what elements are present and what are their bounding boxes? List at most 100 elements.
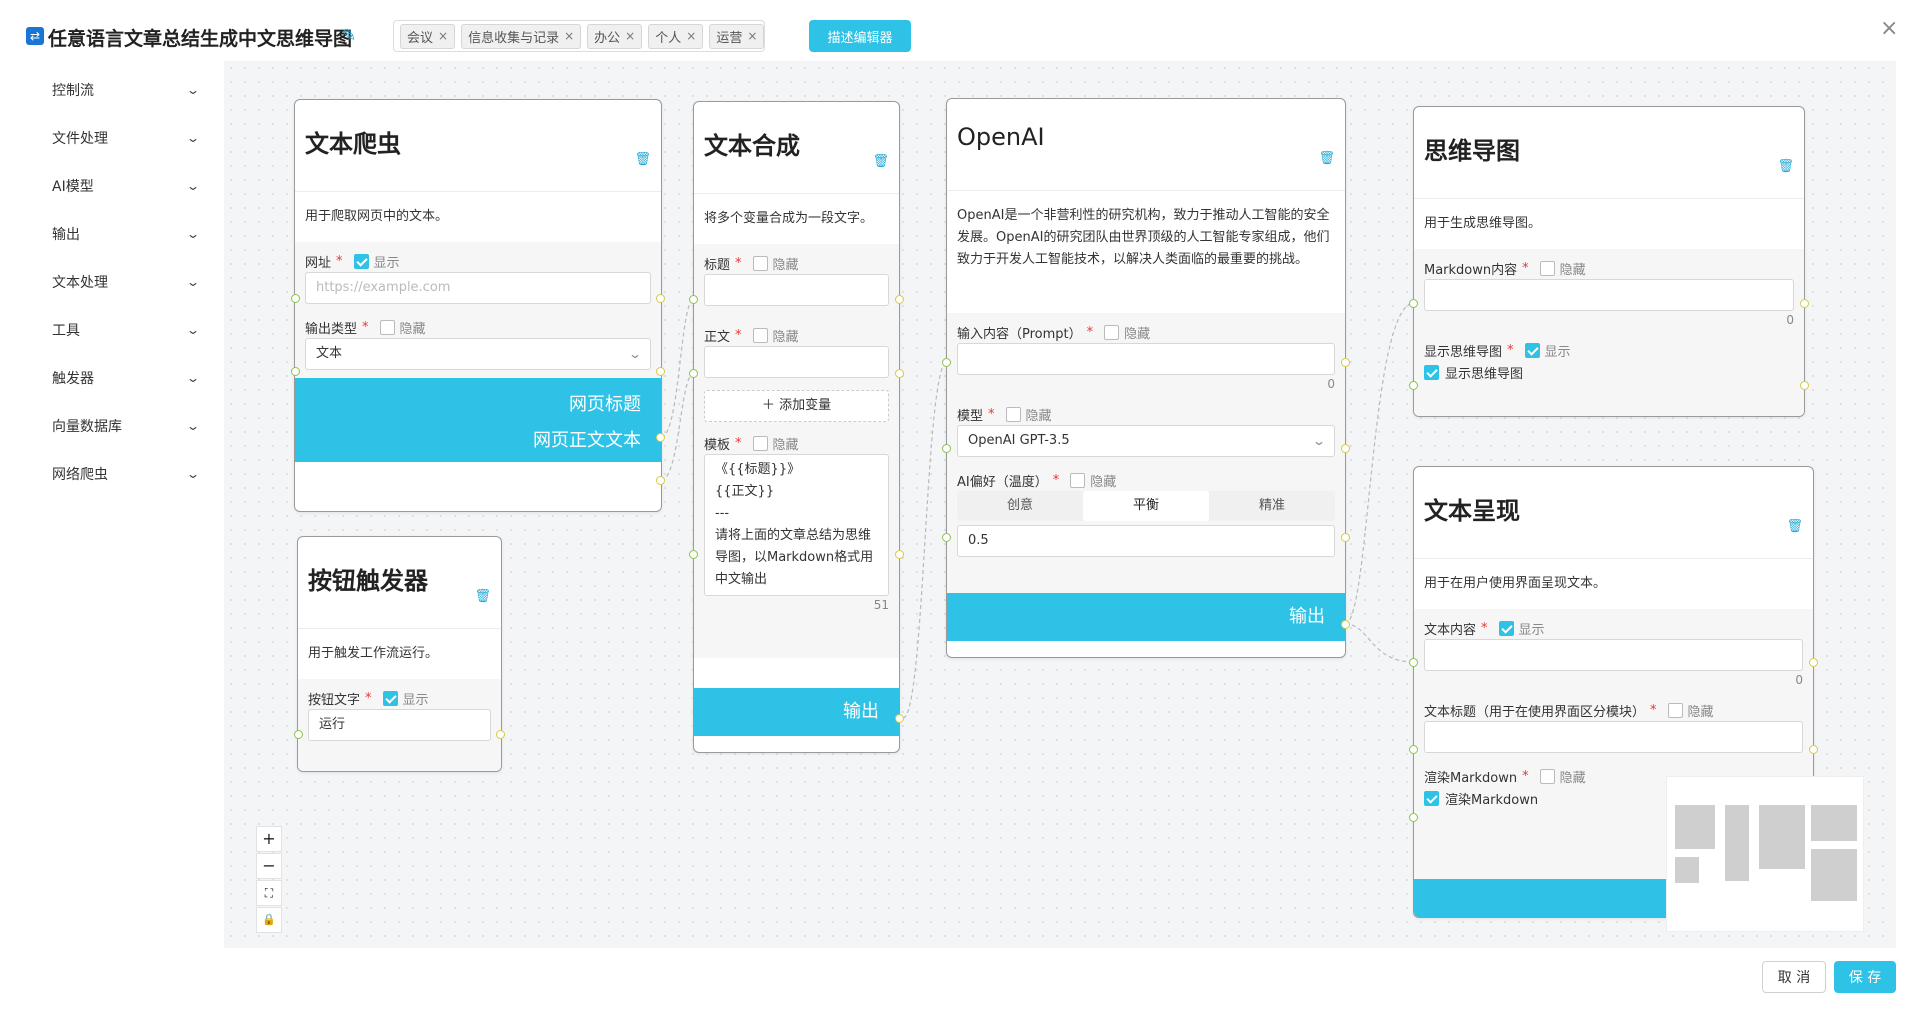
sidebar-item-vector-db[interactable]: 向量数据库 ⌄ — [0, 402, 220, 450]
trash-icon[interactable]: 🗑 — [634, 152, 651, 167]
hide-checkbox[interactable] — [1539, 768, 1555, 784]
fit-view-icon[interactable]: ⛶ — [256, 880, 282, 906]
checkbox-checked[interactable] — [1424, 790, 1439, 806]
port-combine-template-in[interactable] — [689, 550, 698, 559]
url-input[interactable]: https://example.com — [305, 272, 651, 304]
tag-remove-icon[interactable]: × — [625, 29, 635, 43]
node-text-crawler[interactable]: 文本爬虫 🗑 用于爬取网页中的文本。 网址 * 显示 https://example… — [294, 99, 662, 512]
tag-remove-icon[interactable]: × — [564, 29, 574, 43]
trash-icon[interactable]: 🗑 — [872, 154, 889, 169]
sidebar-item-web-crawler[interactable]: 网络爬虫 ⌄ — [0, 450, 220, 498]
hide-checkbox[interactable] — [752, 435, 768, 451]
port-crawler-text-out[interactable] — [656, 476, 665, 485]
port-combine-body-in[interactable] — [689, 369, 698, 378]
port-trigger-in[interactable] — [294, 730, 303, 739]
template-textarea[interactable]: 《{{标题}}》 {{正文}} --- 请将上面的文章总结为思维导图，以Mark… — [704, 454, 889, 596]
sidebar-item-ai-model[interactable]: AI模型 ⌄ — [0, 162, 220, 210]
minimap[interactable] — [1666, 776, 1864, 932]
port-crawler-type-out[interactable] — [656, 367, 665, 376]
port-combine-template-out[interactable] — [895, 550, 904, 559]
port-display-title-out[interactable] — [1809, 745, 1818, 754]
port-display-title-in[interactable] — [1409, 745, 1418, 754]
hide-checkbox[interactable] — [379, 319, 395, 335]
sidebar-item-text-processing[interactable]: 文本处理 ⌄ — [0, 258, 220, 306]
port-mindmap-show-out[interactable] — [1800, 381, 1809, 390]
temp-option-precise[interactable]: 精准 — [1209, 491, 1335, 521]
node-mindmap[interactable]: 思维导图 🗑 用于生成思维导图。 Markdown内容 * 隐藏 0 显示思维导图 *… — [1413, 106, 1805, 417]
port-combine-output[interactable] — [895, 714, 904, 723]
port-combine-title-in[interactable] — [689, 295, 698, 304]
port-display-content-in[interactable] — [1409, 658, 1418, 667]
port-mindmap-md-in[interactable] — [1409, 299, 1418, 308]
port-openai-temp-out[interactable] — [1341, 533, 1350, 542]
hide-checkbox[interactable] — [1005, 406, 1021, 422]
output-type-select[interactable]: 文本 ⌄ — [305, 338, 651, 370]
temp-option-balanced[interactable]: 平衡 — [1083, 491, 1209, 521]
node-button-trigger[interactable]: 按钮触发器 🗑 用于触发工作流运行。 按钮文字 * 显示 运行 — [297, 536, 502, 772]
port-display-content-out[interactable] — [1809, 658, 1818, 667]
edit-pencil-icon[interactable]: ✎ — [342, 26, 356, 46]
hide-checkbox[interactable] — [1539, 260, 1555, 276]
port-crawler-url-out[interactable] — [656, 294, 665, 303]
add-variable-button[interactable]: ＋ 添加变量 — [704, 390, 889, 422]
node-openai[interactable]: OpenAI 🗑 OpenAI是一个非营利性的研究机构，致力于推动人工智能的安全… — [946, 98, 1346, 658]
sidebar-item-tools[interactable]: 工具 ⌄ — [0, 306, 220, 354]
port-openai-model-in[interactable] — [942, 444, 951, 453]
sidebar-item-triggers[interactable]: 触发器 ⌄ — [0, 354, 220, 402]
show-checkbox[interactable] — [353, 253, 369, 269]
close-icon[interactable]: × — [1880, 16, 1898, 41]
sidebar-item-file-processing[interactable]: 文件处理 ⌄ — [0, 114, 220, 162]
port-openai-output[interactable] — [1341, 620, 1350, 629]
tag-remove-icon[interactable]: × — [438, 29, 448, 43]
tag-remove-icon[interactable]: × — [686, 29, 696, 43]
trash-icon[interactable]: 🗑 — [1318, 151, 1335, 166]
port-combine-title-out[interactable] — [895, 295, 904, 304]
port-openai-prompt-in[interactable] — [942, 358, 951, 367]
show-checkbox[interactable] — [1524, 342, 1540, 358]
model-select[interactable]: OpenAI GPT-3.5 ⌄ — [957, 425, 1335, 457]
port-openai-temp-in[interactable] — [942, 533, 951, 542]
port-crawler-title-out[interactable] — [656, 433, 665, 442]
lock-icon[interactable]: 🔒 — [256, 907, 282, 933]
hide-checkbox[interactable] — [1104, 324, 1120, 340]
port-combine-body-out[interactable] — [895, 369, 904, 378]
trash-icon[interactable]: 🗑 — [1786, 519, 1803, 534]
sidebar-item-output[interactable]: 输出 ⌄ — [0, 210, 220, 258]
zoom-out-button[interactable]: − — [256, 853, 282, 879]
tag-input[interactable]: 会议 × 信息收集与记录 × 办公 × 个人 × 运营 × — [393, 20, 765, 52]
save-button[interactable]: 保 存 — [1834, 961, 1896, 993]
show-mindmap-toggle[interactable]: 显示思维导图 — [1424, 361, 1794, 383]
hide-checkbox[interactable] — [1070, 472, 1086, 488]
describe-editor-button[interactable]: 描述编辑器 — [809, 20, 911, 52]
tag-remove-icon[interactable]: × — [747, 29, 757, 43]
zoom-in-button[interactable]: + — [256, 826, 282, 852]
cancel-button[interactable]: 取 消 — [1762, 961, 1826, 993]
temp-option-creative[interactable]: 创意 — [957, 491, 1083, 521]
sidebar-item-control-flow[interactable]: 控制流 ⌄ — [0, 66, 220, 114]
text-content-input[interactable] — [1424, 639, 1803, 671]
temperature-input[interactable]: 0.5 — [957, 525, 1335, 557]
button-text-input[interactable]: 运行 — [308, 709, 491, 741]
trash-icon[interactable]: 🗑 — [1777, 159, 1794, 174]
markdown-content-input[interactable] — [1424, 279, 1794, 311]
port-trigger-out[interactable] — [496, 730, 505, 739]
text-title-input[interactable] — [1424, 721, 1803, 753]
hide-checkbox[interactable] — [1667, 702, 1683, 718]
node-text-combine[interactable]: 文本合成 🗑 将多个变量合成为一段文字。 标题 * 隐藏 正文 * 隐藏 ＋ 添加变量 … — [693, 101, 900, 753]
port-crawler-type-in[interactable] — [291, 367, 300, 376]
trash-icon[interactable]: 🗑 — [474, 589, 491, 604]
port-crawler-url-in[interactable] — [291, 294, 300, 303]
show-checkbox[interactable] — [1498, 620, 1514, 636]
prompt-input[interactable] — [957, 343, 1335, 375]
hide-checkbox[interactable] — [752, 255, 768, 271]
port-openai-model-out[interactable] — [1341, 444, 1350, 453]
port-openai-prompt-out[interactable] — [1341, 358, 1350, 367]
port-mindmap-show-in[interactable] — [1409, 381, 1418, 390]
hide-checkbox[interactable] — [752, 327, 768, 343]
var-body-input[interactable] — [704, 346, 889, 378]
checkbox-checked[interactable] — [1424, 364, 1439, 380]
port-display-render-in[interactable] — [1409, 813, 1418, 822]
port-mindmap-md-out[interactable] — [1800, 299, 1809, 308]
show-checkbox[interactable] — [382, 690, 398, 706]
var-title-input[interactable] — [704, 274, 889, 306]
